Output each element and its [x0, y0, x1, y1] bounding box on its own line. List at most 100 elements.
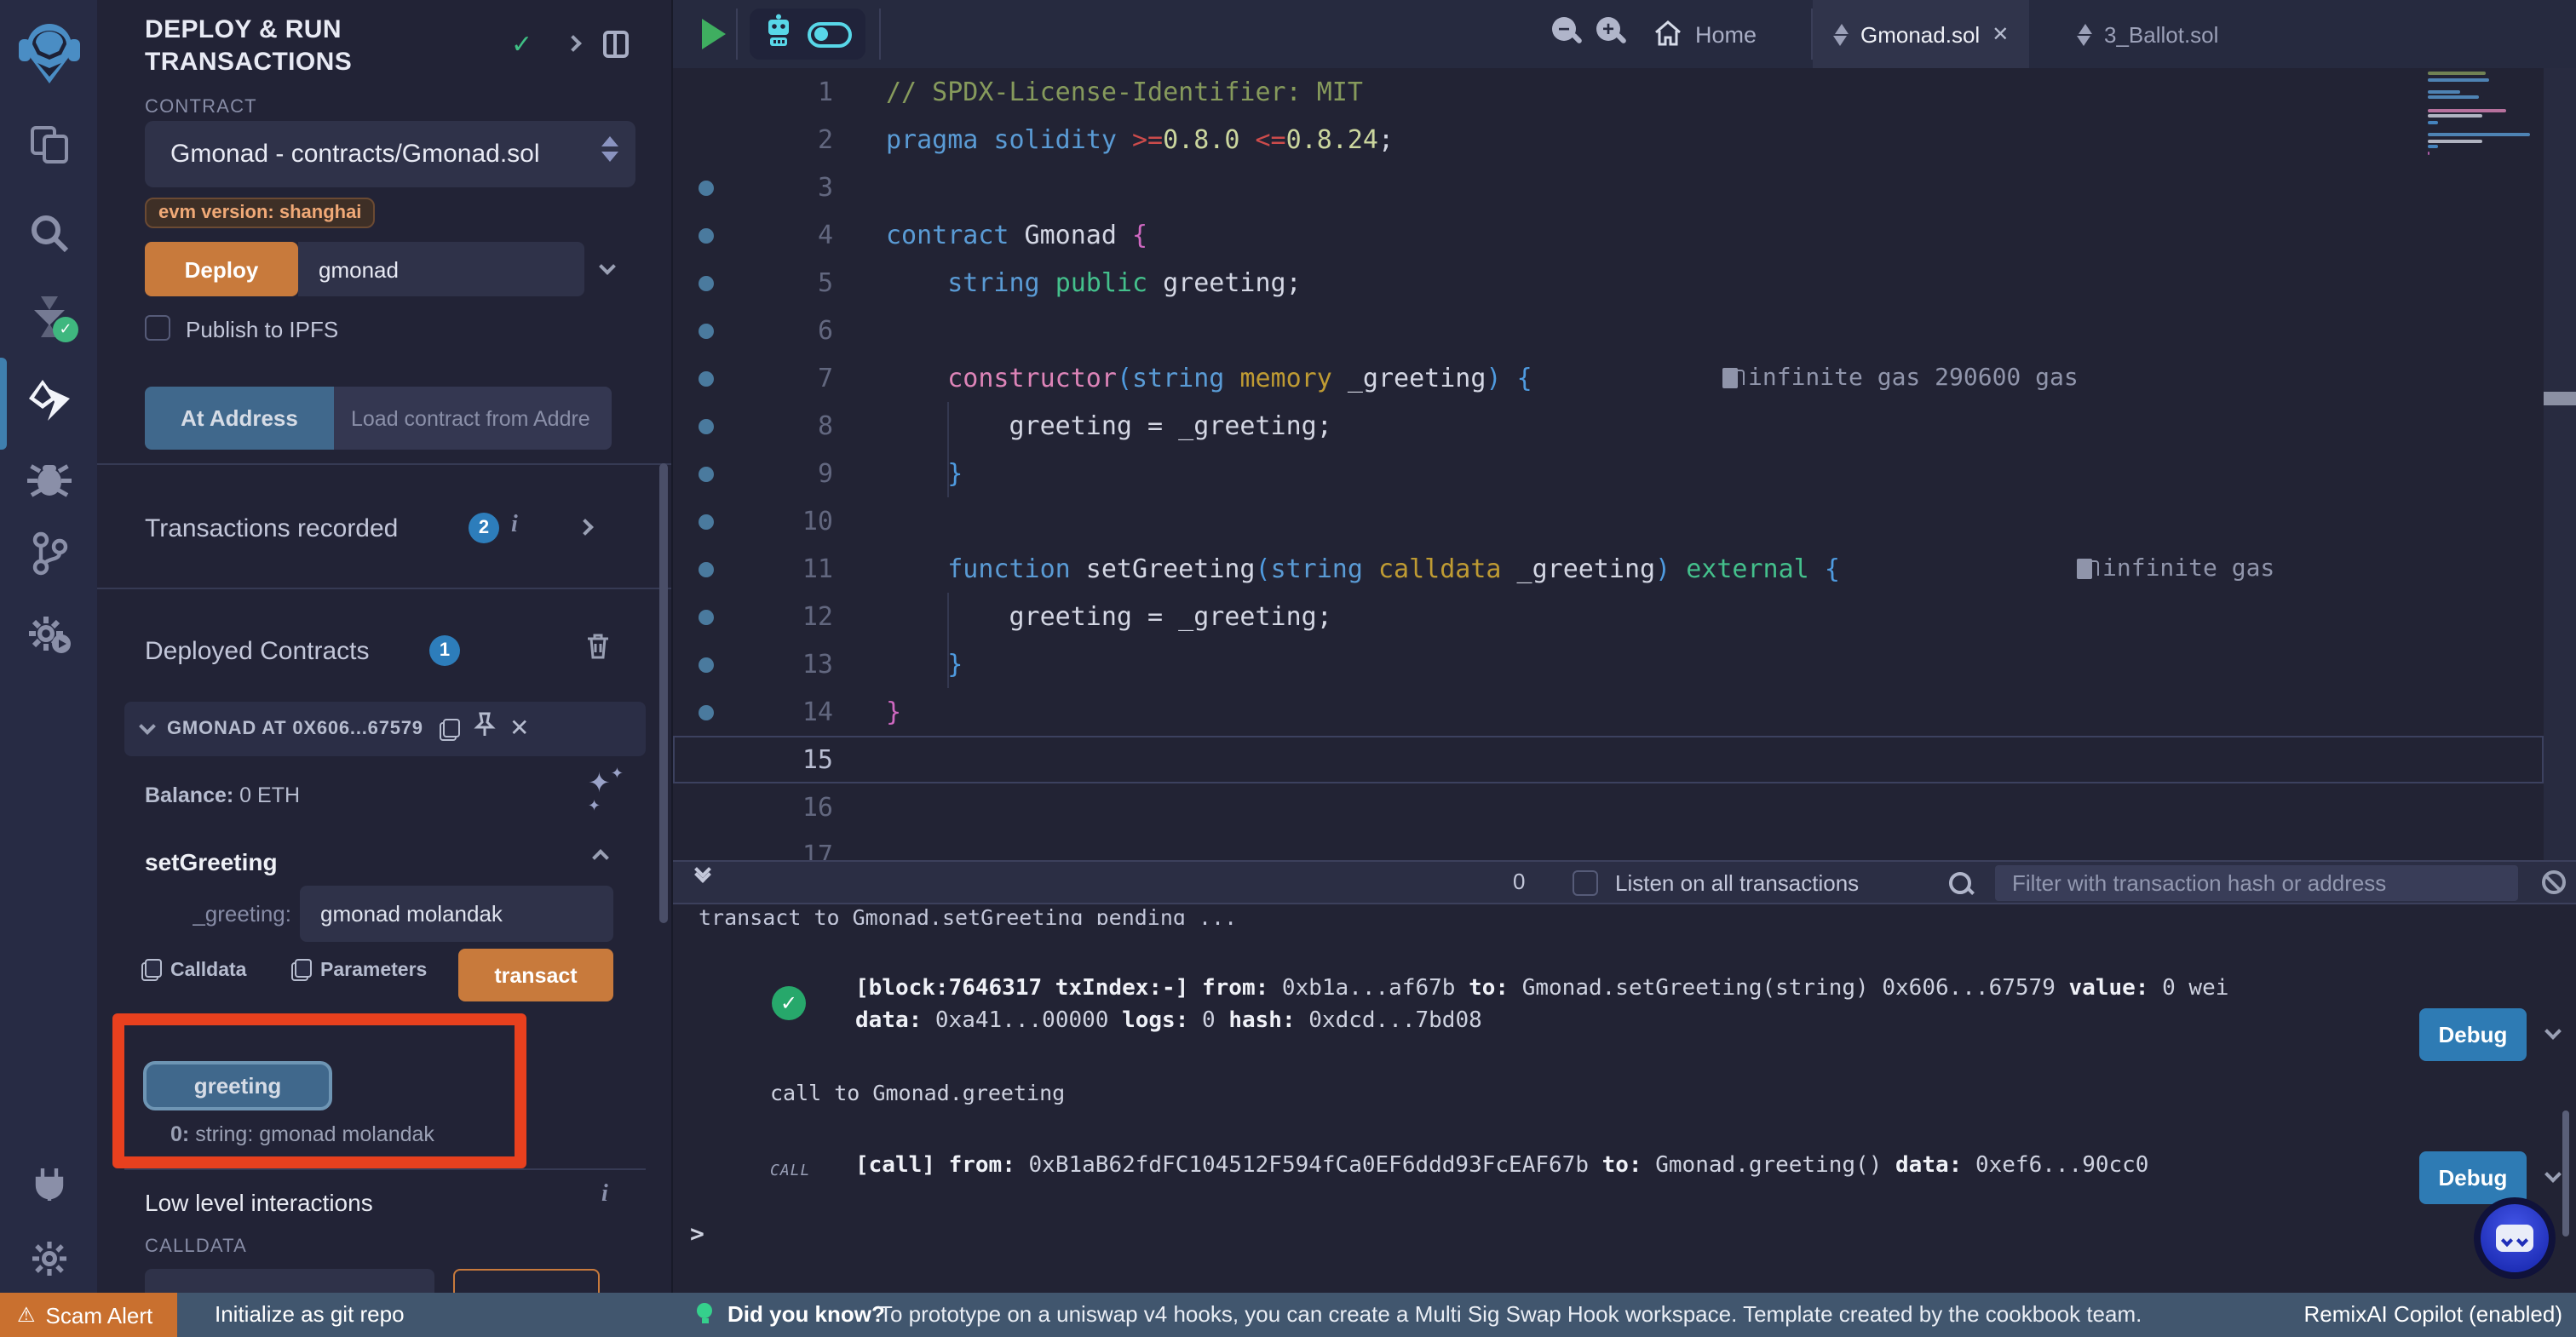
parameters-copy-button[interactable]: Parameters: [291, 959, 427, 981]
log-token: 0xdcd...7bd08: [1296, 1008, 1482, 1034]
param-input[interactable]: [300, 886, 613, 942]
tx-recorded-expand-icon[interactable]: [577, 519, 594, 536]
breakpoint-dot[interactable]: [699, 180, 714, 195]
fn-collapse-icon[interactable]: [592, 849, 609, 866]
deploy-expand-icon[interactable]: [599, 258, 616, 275]
at-address-button[interactable]: At Address: [145, 387, 334, 450]
tx-log-line[interactable]: [call] from: 0xB1aB62fdFC104512F594fCa0E…: [855, 1153, 2148, 1179]
code-line[interactable]: 5 string public greeting;: [673, 259, 2576, 307]
collapse-panel-icon[interactable]: [565, 35, 582, 52]
pin-contract-icon[interactable]: [474, 712, 496, 746]
copy-address-icon[interactable]: [440, 718, 460, 740]
code-line[interactable]: 11 function setGreeting(string calldata …: [673, 545, 2576, 593]
breakpoint-dot[interactable]: [699, 466, 714, 481]
breakpoint-dot[interactable]: [699, 418, 714, 433]
close-tab-icon[interactable]: ✕: [1992, 22, 2009, 46]
breakpoint-dot[interactable]: [699, 561, 714, 577]
trash-icon[interactable]: [586, 632, 610, 668]
listen-all-checkbox[interactable]: [1573, 870, 1598, 896]
at-address-input[interactable]: [334, 387, 612, 450]
debugger-icon[interactable]: [0, 460, 97, 501]
code-line[interactable]: 14}: [673, 688, 2576, 736]
remix-ai-assistant-button[interactable]: [2474, 1197, 2556, 1279]
breakpoint-dot[interactable]: [699, 657, 714, 672]
breakpoint-dot[interactable]: [699, 514, 714, 529]
code-line[interactable]: 8 greeting = _greeting;: [673, 402, 2576, 450]
terminal-prompt[interactable]: >: [690, 1221, 704, 1248]
breakpoint-dot[interactable]: [699, 609, 714, 624]
expand-log-icon[interactable]: [2544, 1166, 2562, 1183]
code-line[interactable]: 17: [673, 831, 2576, 860]
code-token: {: [1517, 363, 1532, 393]
code-editor[interactable]: 1// SPDX-License-Identifier: MIT2pragma …: [673, 68, 2576, 860]
code-line[interactable]: 15: [673, 736, 2544, 783]
info-icon[interactable]: i: [601, 1182, 608, 1209]
code-line[interactable]: 6: [673, 307, 2576, 354]
git-init-button[interactable]: Initialize as git repo: [215, 1301, 405, 1327]
tab-ballot[interactable]: 3_Ballot.sol: [2056, 0, 2239, 68]
code-line[interactable]: 1// SPDX-License-Identifier: MIT: [673, 68, 2576, 116]
editor-scrollbar[interactable]: [2544, 68, 2576, 860]
deployed-contract-card-header[interactable]: GMONAD AT 0X606...67579 ✕: [124, 702, 646, 756]
code-line[interactable]: 12 greeting = _greeting;: [673, 593, 2576, 640]
balance-label: Balance:: [145, 783, 233, 807]
breakpoint-dot[interactable]: [699, 323, 714, 338]
calldata-copy-button[interactable]: Calldata: [141, 959, 247, 981]
settings-icon[interactable]: [0, 1240, 97, 1277]
copilot-toggle[interactable]: [808, 21, 852, 47]
run-script-icon[interactable]: [702, 19, 726, 49]
code-token: [1670, 554, 1686, 584]
panel-scrollbar[interactable]: [659, 463, 668, 923]
breakpoint-dot[interactable]: [699, 227, 714, 243]
debug-button[interactable]: Debug: [2419, 1151, 2527, 1204]
info-icon[interactable]: i: [511, 513, 518, 540]
zoom-in-icon[interactable]: +: [1596, 17, 1630, 51]
code-line[interactable]: 4contract Gmonad {: [673, 211, 2576, 259]
file-explorer-icon[interactable]: [0, 123, 97, 167]
zoom-out-icon[interactable]: −: [1552, 17, 1586, 51]
contract-select[interactable]: Gmonad - contracts/Gmonad.sol: [145, 121, 635, 187]
search-icon[interactable]: [0, 211, 97, 255]
code-line[interactable]: 10: [673, 497, 2576, 545]
code-line[interactable]: 2pragma solidity >=0.8.0 <=0.8.24;: [673, 116, 2576, 164]
terminal-scrollbar[interactable]: [2562, 1110, 2569, 1237]
expand-terminal-icon[interactable]: [697, 870, 714, 894]
remix-logo[interactable]: [0, 20, 97, 85]
plugin-runner-icon[interactable]: [0, 613, 97, 654]
breakpoint-dot[interactable]: [699, 370, 714, 386]
tx-log-row[interactable]: [block:7646317 txIndex:-] from: 0xb1a...…: [855, 973, 2228, 1037]
code-line[interactable]: 9 }: [673, 450, 2576, 497]
pin-panel-icon[interactable]: [603, 31, 629, 58]
remove-contract-icon[interactable]: ✕: [509, 715, 529, 743]
card-collapse-icon[interactable]: [139, 718, 156, 735]
gas-pump-icon: [2077, 559, 2092, 579]
git-icon[interactable]: [0, 531, 97, 576]
scrollbar-marker[interactable]: [2544, 392, 2576, 405]
clear-console-icon[interactable]: [2542, 870, 2566, 894]
tab-home[interactable]: Home: [1654, 0, 1757, 68]
code-line[interactable]: 7 constructor(string memory _greeting) {…: [673, 354, 2576, 402]
minimap[interactable]: [2428, 72, 2533, 175]
deploy-run-icon[interactable]: [0, 378, 97, 422]
code-token: greeting = _greeting;: [886, 410, 1332, 441]
publish-ipfs-checkbox[interactable]: [145, 315, 170, 341]
robot-icon[interactable]: [763, 13, 794, 55]
breakpoint-dot[interactable]: [699, 704, 714, 720]
tab-gmonad[interactable]: Gmonad.sol ✕: [1813, 0, 2029, 68]
constructor-arg-input[interactable]: [298, 242, 584, 296]
code-line[interactable]: 13 }: [673, 640, 2576, 688]
scam-alert-button[interactable]: ⚠ Scam Alert: [0, 1293, 177, 1337]
transact-button[interactable]: transact: [458, 949, 613, 1001]
solidity-compiler-icon[interactable]: [0, 293, 97, 341]
breakpoint-dot[interactable]: [699, 275, 714, 290]
plugin-manager-icon[interactable]: [0, 1163, 97, 1204]
debug-button[interactable]: Debug: [2419, 1008, 2527, 1061]
expand-log-icon[interactable]: [2544, 1023, 2562, 1040]
terminal-search-icon[interactable]: [1947, 870, 1975, 898]
deploy-button[interactable]: Deploy: [145, 242, 298, 296]
greeting-call-button[interactable]: greeting: [143, 1061, 332, 1110]
terminal-filter-input[interactable]: [1995, 865, 2518, 901]
code-line[interactable]: 16: [673, 783, 2576, 831]
ai-sparkles-icon[interactable]: ✦✦✦: [588, 766, 624, 831]
code-line[interactable]: 3: [673, 164, 2576, 211]
